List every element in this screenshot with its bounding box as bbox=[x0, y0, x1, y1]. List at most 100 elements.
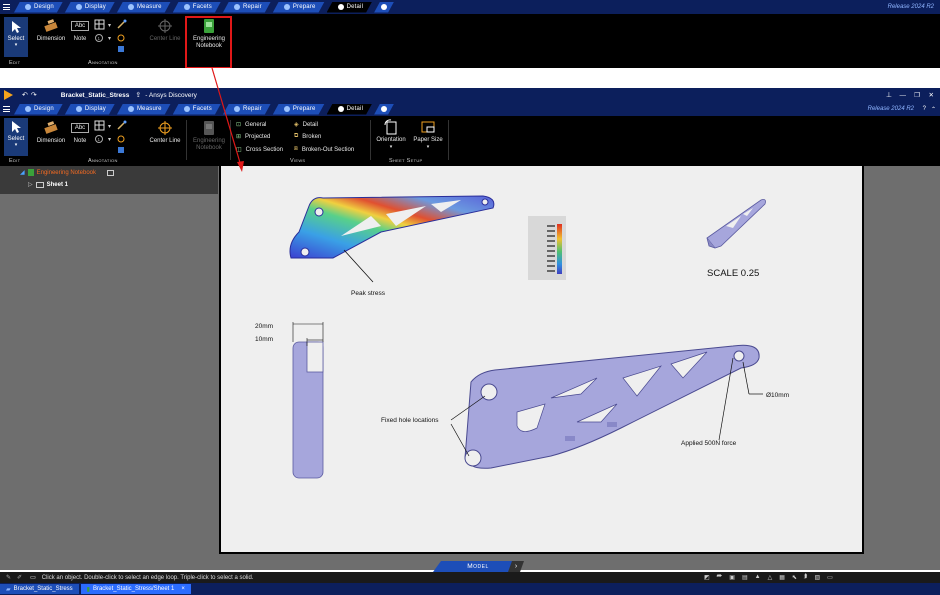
minimize-button[interactable]: — bbox=[900, 92, 907, 99]
notebook-icon bbox=[27, 169, 34, 176]
tab-prepare[interactable]: Prepare bbox=[273, 104, 325, 115]
detail-view-button[interactable]: ◈ Detail bbox=[294, 119, 354, 130]
doc-tab-bracket[interactable]: ▰ Bracket_Static_Stress bbox=[0, 584, 79, 594]
tab-facets[interactable]: Facets bbox=[173, 104, 221, 115]
orientation-icon bbox=[384, 119, 397, 135]
expand-icon[interactable]: ◢ bbox=[20, 169, 25, 176]
center-line-icon bbox=[158, 19, 172, 33]
tab-display[interactable]: Display bbox=[65, 104, 115, 115]
document-tabs: ▰ Bracket_Static_Stress ▮ Bracket_Static_S… bbox=[0, 583, 940, 595]
display-icon bbox=[76, 4, 82, 10]
projected-view-button[interactable]: ⊞ Projected bbox=[236, 130, 283, 143]
drawing-sheet[interactable]: Peak stress SCALE 0.25 20mm 10mm Fixed h… bbox=[219, 166, 864, 554]
tab-design[interactable]: Design bbox=[14, 2, 63, 13]
menu-icon[interactable] bbox=[0, 102, 12, 116]
select-button[interactable]: Select ▾ bbox=[4, 17, 28, 57]
pencil-alt-icon[interactable]: ✐ bbox=[17, 574, 22, 581]
chevron-up-icon[interactable]: ⌃ bbox=[931, 106, 936, 113]
annotation-small-tools[interactable]: ▾ 1 ▾ bbox=[94, 119, 134, 155]
undo-icon[interactable]: ↶ bbox=[22, 91, 28, 99]
window-title-bar: ↶ ↷ Bracket_Static_Stress ⇪ - Ansys Disc… bbox=[0, 88, 940, 102]
redo-icon[interactable]: ↷ bbox=[31, 91, 37, 99]
divider bbox=[230, 120, 231, 160]
display-mode-icon[interactable]: ▭ bbox=[827, 574, 833, 581]
design-icon bbox=[25, 4, 31, 10]
facets-icon bbox=[184, 4, 190, 10]
chevron-down-icon: ▾ bbox=[389, 144, 393, 150]
facets-icon bbox=[184, 106, 190, 112]
svg-text:▾: ▾ bbox=[108, 36, 111, 42]
tab-detail[interactable]: Detail bbox=[327, 104, 373, 115]
tab-repair[interactable]: Repair bbox=[223, 2, 271, 13]
tab-repair[interactable]: Repair bbox=[223, 104, 271, 115]
gear-icon bbox=[381, 4, 387, 10]
center-line-button[interactable]: Center Line bbox=[144, 18, 186, 43]
open-view-icon[interactable] bbox=[107, 169, 115, 176]
views-group-right: ◈ Detail ⧉ Broken ⧈ Broken-Out Section bbox=[294, 119, 354, 156]
triangle-icon[interactable]: ▲ bbox=[755, 574, 761, 581]
engineering-notebook-button[interactable]: Engineering Notebook bbox=[189, 120, 229, 152]
select-mode-icon[interactable]: ▧ bbox=[814, 574, 820, 581]
dimension-button[interactable]: Dimension bbox=[34, 120, 68, 145]
pointer-alt-icon[interactable]: ⮭ bbox=[804, 574, 808, 581]
pencil-icon[interactable]: ✎ bbox=[6, 574, 11, 581]
message-icon: ▭ bbox=[30, 575, 36, 581]
detail-icon bbox=[338, 106, 344, 112]
tab-display[interactable]: Display bbox=[65, 2, 115, 13]
maximize-button[interactable]: ❐ bbox=[914, 91, 920, 99]
tab-measure[interactable]: Measure bbox=[117, 2, 171, 13]
close-icon[interactable]: × bbox=[181, 586, 185, 592]
tree-item-engineering-notebook[interactable]: ◢ Engineering Notebook bbox=[20, 169, 115, 176]
doc-tab-sheet[interactable]: ▮ Bracket_Static_Stress/Sheet 1 × bbox=[80, 584, 191, 594]
close-button[interactable]: ✕ bbox=[929, 91, 934, 99]
broken-out-section-button[interactable]: ⧈ Broken-Out Section bbox=[294, 143, 354, 156]
annotation-small-tools[interactable]: ▾ 1 ▾ bbox=[94, 18, 134, 54]
lock-icon[interactable]: ▣ bbox=[729, 574, 735, 581]
pointer-icon[interactable]: ⬉ bbox=[792, 574, 797, 581]
note-icon: Abc bbox=[71, 123, 89, 133]
orientation-button[interactable]: Orientation ▾ bbox=[372, 119, 410, 151]
center-line-button[interactable]: Center Line bbox=[144, 120, 186, 145]
tab-measure[interactable]: Measure bbox=[117, 104, 171, 115]
note-button[interactable]: Abc Note bbox=[70, 18, 90, 43]
snap-icon[interactable]: ◩ bbox=[704, 574, 710, 581]
paper-size-button[interactable]: Paper Size ▾ bbox=[410, 119, 446, 151]
status-tools[interactable]: ◩ ⮫ ▣ ▤ ▲ △ ▦ ⬉ ⮭ ▧ ▭ bbox=[704, 574, 833, 581]
prepare-icon bbox=[284, 106, 290, 112]
tab-design[interactable]: Design bbox=[14, 104, 63, 115]
tab-facets[interactable]: Facets bbox=[173, 2, 221, 13]
menu-icon[interactable] bbox=[0, 0, 12, 14]
release-label: Release 2024 R2 bbox=[887, 4, 934, 10]
tab-extra[interactable] bbox=[374, 2, 394, 13]
grid-icon[interactable]: ▦ bbox=[779, 574, 785, 581]
pin-icon[interactable]: ⊥ bbox=[886, 91, 892, 99]
tab-prepare[interactable]: Prepare bbox=[273, 2, 325, 13]
top-ribbon: Select ▾ Edit Dimension Abc Note ▾ 1 ▾ C… bbox=[0, 14, 940, 68]
tab-extra[interactable] bbox=[374, 104, 394, 115]
paper-size-icon bbox=[421, 121, 435, 133]
gear-icon bbox=[381, 106, 387, 112]
dimension-button[interactable]: Dimension bbox=[34, 18, 68, 43]
collapse-icon[interactable]: ▷ bbox=[28, 181, 33, 188]
divider bbox=[370, 120, 371, 160]
dimension-10mm-label: 10mm bbox=[255, 336, 274, 343]
triangle-alt-icon[interactable]: △ bbox=[768, 574, 773, 581]
svg-text:▾: ▾ bbox=[108, 124, 111, 130]
select-button[interactable]: Select ▾ bbox=[4, 118, 28, 156]
edit-group-label: Edit bbox=[9, 60, 21, 66]
tab-detail[interactable]: Detail bbox=[327, 2, 373, 13]
measure-icon bbox=[128, 4, 134, 10]
help-icon[interactable]: ? bbox=[923, 106, 926, 112]
share-icon[interactable]: ⇪ bbox=[135, 91, 141, 99]
broken-view-button[interactable]: ⧉ Broken bbox=[294, 130, 354, 143]
view-icon[interactable]: ▤ bbox=[742, 574, 748, 581]
cursor-icon[interactable]: ⮫ bbox=[717, 574, 723, 581]
note-button[interactable]: Abc Note bbox=[70, 120, 90, 145]
tree-item-sheet-1[interactable]: ▷ Sheet 1 bbox=[28, 181, 68, 188]
center-line-icon bbox=[158, 121, 172, 135]
svg-text:1: 1 bbox=[98, 137, 101, 142]
general-view-button[interactable]: ⊡ General bbox=[236, 119, 283, 130]
cross-section-button[interactable]: ◫ Cross Section bbox=[236, 143, 283, 156]
general-view-icon: ⊡ bbox=[236, 122, 242, 128]
stress-contour-part bbox=[289, 195, 495, 283]
